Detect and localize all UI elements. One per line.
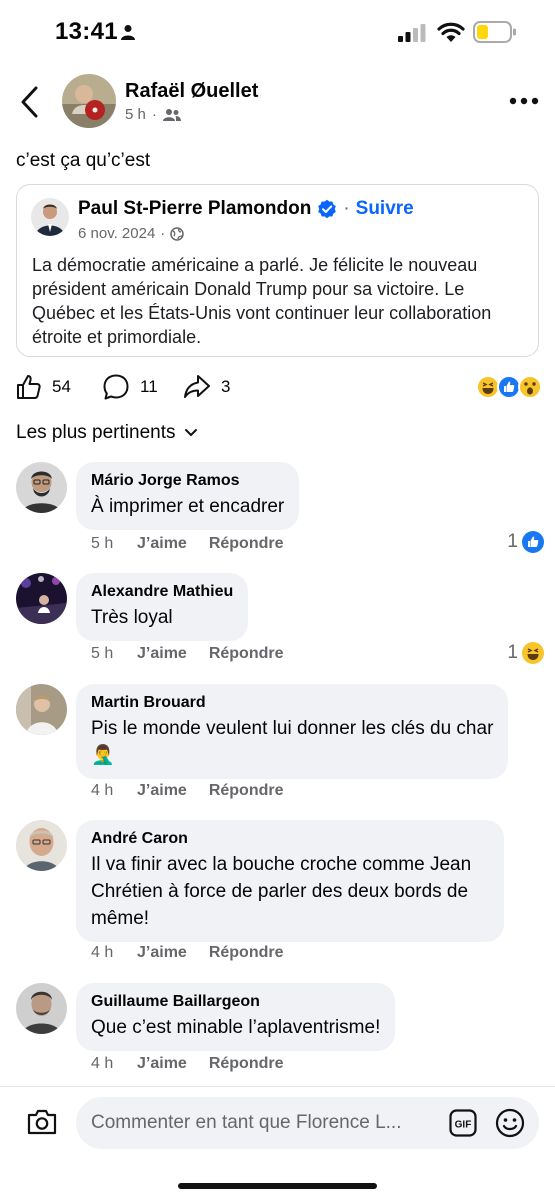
commenter-avatar[interactable] [16,573,67,624]
post-text: c’est ça qu’c’est [16,150,151,171]
comment-actions: 5 h J’aime Répondre [91,645,283,663]
commenter-name[interactable]: Guillaume Baillargeon [91,992,380,1012]
camera-icon[interactable] [26,1108,58,1136]
comment-time: 5 h [91,645,114,662]
comment-reaction-count[interactable]: 1 [507,641,545,665]
comment-like-button[interactable]: J’aime [137,944,187,962]
composer-divider [0,1086,555,1087]
like-button[interactable]: 54 [16,372,71,402]
post-meta: 5 h · [125,106,181,123]
comment-like-button[interactable]: J’aime [137,782,187,800]
commenter-avatar[interactable] [16,684,67,735]
comment-like-button[interactable]: J’aime [137,645,187,663]
like-count: 54 [52,377,71,396]
share-count: 3 [221,377,231,396]
sort-label: Les plus pertinents [16,422,176,443]
more-options-button[interactable] [508,94,540,108]
author-avatar[interactable] [62,74,116,128]
share-button[interactable]: 3 [183,372,230,402]
person-icon [121,25,135,40]
comment-reaction-count[interactable]: 1 [507,530,545,554]
comment-icon [103,374,129,400]
comment-bubble[interactable]: Guillaume Baillargeon Que c’est minable … [76,983,396,1051]
comment-text: Que c’est minable l’aplaventrisme! [91,1017,381,1038]
commenter-avatar[interactable] [16,462,67,513]
comment-reply-button[interactable]: Répondre [209,645,284,663]
comment-time: 4 h [91,1055,114,1072]
comment-bubble[interactable]: Mário Jorge Ramos À imprimer et encadrer [76,462,300,530]
comment-reaction-number: 1 [507,531,518,552]
svg-text:GIF: GIF [455,1120,472,1131]
share-arrow-icon [184,375,210,398]
comment-actions: 4 h J’aime Répondre [91,782,283,800]
comment-bubble[interactable]: Martin Brouard Pis le monde veulent lui … [76,684,509,779]
shared-author-avatar[interactable] [31,198,69,236]
emoji-icon[interactable] [495,1108,525,1138]
comment-reply-button[interactable]: Répondre [209,1055,284,1073]
comment-reply-button[interactable]: Répondre [209,535,284,553]
comment-text-body: Pis le monde veulent lui donner les clés… [91,718,494,739]
haha-reaction-icon [522,642,544,664]
shared-post-date: 6 nov. 2024 [78,225,156,242]
shared-author-row: Paul St-Pierre Plamondon · Suivre [78,198,414,220]
commenter-name[interactable]: Martin Brouard [91,693,493,713]
shared-author-name[interactable]: Paul St-Pierre Plamondon [78,198,311,220]
follow-separator: · [343,198,350,219]
comment-reaction-number: 1 [507,642,518,663]
friends-icon [162,108,181,121]
reaction-summary-icons[interactable] [477,374,543,400]
comment-time: 4 h [91,944,114,961]
wow-reaction-icon [518,375,542,399]
commenter-avatar[interactable] [16,820,67,871]
thumbs-up-icon [17,375,41,399]
back-button[interactable] [16,84,48,120]
comment-button[interactable]: 11 [102,372,158,402]
like-reaction-icon [522,531,544,553]
chevron-down-icon [184,429,197,437]
comment-count: 11 [140,377,158,396]
haha-reaction-icon [477,375,500,399]
home-indicator [178,1183,377,1189]
signal-icon [398,24,426,42]
gif-icon[interactable]: GIF [449,1109,477,1137]
comment-reply-button[interactable]: Répondre [209,782,284,800]
comment-text: À imprimer et encadrer [91,496,285,517]
comment-bubble[interactable]: André Caron Il va finir avec la bouche c… [76,820,504,942]
commenter-name[interactable]: Mário Jorge Ramos [91,471,284,491]
post-time: 5 h [125,106,146,123]
comment-text: Très loyal [91,607,173,628]
post-meta-separator: · [151,106,157,123]
comment-like-button[interactable]: J’aime [137,1055,187,1073]
comment-actions: 4 h J’aime Répondre [91,944,283,962]
comment-actions: 5 h J’aime Répondre [91,535,283,553]
like-reaction-icon [497,375,521,399]
comment-sort-dropdown[interactable]: Les plus pertinents [16,422,198,444]
author-name[interactable]: Rafaël Øuellet [125,80,258,103]
commenter-name[interactable]: André Caron [91,829,489,849]
commenter-avatar[interactable] [16,983,67,1034]
shared-date-separator: · [160,225,166,242]
shared-post-text: La démocratie américaine a parlé. Je fél… [32,255,492,347]
comment-text: Il va finir avec la bouche croche comme … [91,854,472,929]
comment-like-button[interactable]: J’aime [137,535,187,553]
verified-badge-icon [318,199,337,219]
comment-reply-button[interactable]: Répondre [209,944,284,962]
comment-actions: 4 h J’aime Répondre [91,1055,283,1073]
facepalm-emoji: 🤦‍♂️ [91,745,115,766]
comment-bubble[interactable]: Alexandre Mathieu Très loyal [76,573,249,641]
globe-icon [170,226,185,241]
follow-button[interactable]: Suivre [356,198,414,220]
wifi-icon [437,22,465,42]
comment-time: 5 h [91,535,114,552]
status-time: 13:41 [55,18,118,45]
comment-time: 4 h [91,782,114,799]
battery-low-icon [473,21,516,43]
shared-post-meta: 6 nov. 2024 · [78,225,185,242]
comment-text: Pis le monde veulent lui donner les clés… [91,715,493,769]
commenter-name[interactable]: Alexandre Mathieu [91,582,233,602]
